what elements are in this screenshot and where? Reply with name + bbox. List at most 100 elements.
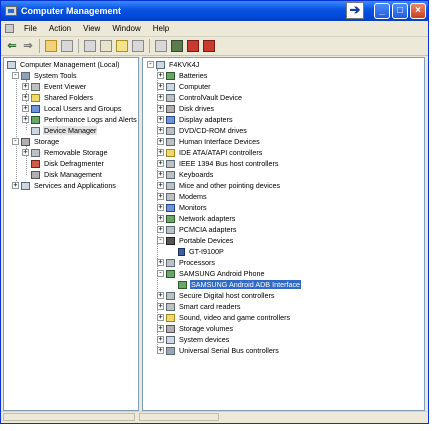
expand-icon[interactable]: + [157, 259, 164, 266]
device-category-ieee1394[interactable]: + IEEE 1394 Bus host controllers [157, 158, 279, 169]
menu-action[interactable]: Action [43, 24, 77, 33]
tree-item-disk-management[interactable]: Disk Management [22, 169, 103, 180]
uninstall-device-icon[interactable] [203, 40, 215, 52]
device-category-monitors[interactable]: + Monitors [157, 202, 208, 213]
device-category-smart-card-readers[interactable]: + Smart card readers [157, 301, 242, 312]
expand-icon[interactable]: + [157, 182, 164, 189]
tree-item-removable-storage[interactable]: + Removable Storage [22, 147, 109, 158]
collapse-icon[interactable]: - [157, 237, 164, 244]
tree-item-disk-defragmenter[interactable]: Disk Defragmenter [22, 158, 105, 169]
menu-help[interactable]: Help [147, 24, 175, 33]
print-icon[interactable] [84, 40, 96, 52]
device-category-network-adapters[interactable]: + Network adapters [157, 213, 236, 224]
device-category-controlvault[interactable]: + ControlVault Device [157, 92, 243, 103]
device-category-display-adapters[interactable]: + Display adapters [157, 114, 234, 125]
close-button[interactable]: × [410, 3, 426, 19]
device-tree-pane[interactable]: - F4KVK4J + Batteries + Computer + ControlV… [142, 57, 425, 411]
expand-icon[interactable]: + [157, 336, 164, 343]
expand-icon[interactable]: + [22, 83, 29, 90]
device-category-keyboards[interactable]: + Keyboards [157, 169, 214, 180]
expand-icon[interactable]: + [157, 138, 164, 145]
device-samsung-adb-interface[interactable]: SAMSUNG Android ADB Interface [178, 279, 302, 290]
device-category-usb-controllers[interactable]: + Universal Serial Bus controllers [157, 345, 280, 356]
device-category-ide-controllers[interactable]: + IDE ATA/ATAPI controllers [157, 147, 263, 158]
expand-icon[interactable]: + [157, 149, 164, 156]
tree-item-event-viewer[interactable]: + Event Viewer [22, 81, 87, 92]
expand-icon[interactable]: + [157, 193, 164, 200]
device-category-pcmcia[interactable]: + PCMCIA adapters [157, 224, 238, 235]
tree-item-performance-logs[interactable]: + Performance Logs and Alerts [22, 114, 138, 125]
status-panel [139, 413, 219, 421]
device-category-mice[interactable]: + Mice and other pointing devices [157, 180, 281, 191]
tree-item-system-tools[interactable]: - System Tools [12, 70, 78, 81]
device-category-storage-volumes[interactable]: + Storage volumes [157, 323, 234, 334]
expand-icon[interactable]: + [22, 149, 29, 156]
device-category-system-devices[interactable]: + System devices [157, 334, 230, 345]
expand-icon[interactable]: + [157, 105, 164, 112]
expand-icon[interactable]: + [157, 226, 164, 233]
help-icon[interactable] [116, 40, 128, 52]
tree-item-services-applications[interactable]: + Services and Applications [12, 180, 117, 191]
disable-device-icon[interactable] [187, 40, 199, 52]
window-menu-icon[interactable] [5, 24, 14, 33]
menu-file[interactable]: File [18, 24, 43, 33]
properties-icon[interactable] [100, 40, 112, 52]
device-category-dvd-cdrom[interactable]: + DVD/CD-ROM drives [157, 125, 248, 136]
menu-window[interactable]: Window [106, 24, 146, 33]
device-category-batteries[interactable]: + Batteries [157, 70, 208, 81]
console-tree-pane[interactable]: Computer Management (Local) - System Too… [3, 57, 139, 411]
device-category-sd-host-controllers[interactable]: + Secure Digital host controllers [157, 290, 275, 301]
scan-hardware-icon[interactable] [155, 40, 167, 52]
event-viewer-icon [31, 82, 40, 91]
up-folder-icon[interactable] [45, 40, 57, 52]
menu-view[interactable]: View [77, 24, 106, 33]
device-gt-i9100p[interactable]: GT-I9100P [178, 246, 225, 257]
forward-arrow-icon[interactable]: ⇒ [22, 40, 34, 52]
expand-icon[interactable]: + [157, 160, 164, 167]
arrow-right-icon[interactable]: ➔ [346, 2, 364, 19]
tree-item-computer-management-local[interactable]: Computer Management (Local) [7, 59, 120, 70]
tree-item-shared-folders[interactable]: + Shared Folders [22, 92, 94, 103]
expand-icon[interactable]: + [157, 314, 164, 321]
export-list-icon[interactable] [132, 40, 144, 52]
title-bar[interactable]: Computer Management ➔ _ □ × [1, 1, 428, 21]
expand-icon[interactable]: + [157, 83, 164, 90]
expand-icon[interactable]: + [22, 105, 29, 112]
expand-icon[interactable]: + [157, 204, 164, 211]
device-category-disk-drives[interactable]: + Disk drives [157, 103, 215, 114]
expand-icon[interactable]: + [157, 347, 164, 354]
device-category-sound-video[interactable]: + Sound, video and game controllers [157, 312, 291, 323]
expand-icon[interactable]: + [157, 292, 164, 299]
device-category-modems[interactable]: + Modems [157, 191, 208, 202]
collapse-icon[interactable]: - [147, 61, 154, 68]
expand-icon[interactable]: + [157, 325, 164, 332]
minimize-button[interactable]: _ [374, 3, 390, 19]
device-category-processors[interactable]: + Processors [157, 257, 216, 268]
device-category-portable-devices[interactable]: - Portable Devices [157, 235, 234, 246]
tree-item-local-users-groups[interactable]: + Local Users and Groups [22, 103, 123, 114]
android-phone-icon [166, 269, 175, 278]
expand-icon[interactable]: + [157, 116, 164, 123]
expand-icon[interactable]: + [22, 94, 29, 101]
expand-icon[interactable]: + [157, 215, 164, 222]
collapse-icon[interactable]: - [157, 270, 164, 277]
back-arrow-icon[interactable]: ⇐ [6, 40, 18, 52]
tree-item-storage[interactable]: - Storage [12, 136, 60, 147]
maximize-button[interactable]: □ [392, 3, 408, 19]
tree-root-computer[interactable]: - F4KVK4J [147, 59, 200, 70]
expand-icon[interactable]: + [157, 94, 164, 101]
update-driver-icon[interactable] [171, 40, 183, 52]
device-category-hid[interactable]: + Human Interface Devices [157, 136, 261, 147]
expand-icon[interactable]: + [12, 182, 19, 189]
expand-icon[interactable]: + [22, 116, 29, 123]
show-hide-tree-icon[interactable] [61, 40, 73, 52]
collapse-icon[interactable]: - [12, 138, 19, 145]
device-category-computer[interactable]: + Computer [157, 81, 212, 92]
expand-icon[interactable]: + [157, 72, 164, 79]
device-category-samsung-android-phone[interactable]: - SAMSUNG Android Phone [157, 268, 266, 279]
tree-item-device-manager[interactable]: Device Manager [22, 125, 98, 136]
collapse-icon[interactable]: - [12, 72, 19, 79]
expand-icon[interactable]: + [157, 303, 164, 310]
expand-icon[interactable]: + [157, 171, 164, 178]
expand-icon[interactable]: + [157, 127, 164, 134]
